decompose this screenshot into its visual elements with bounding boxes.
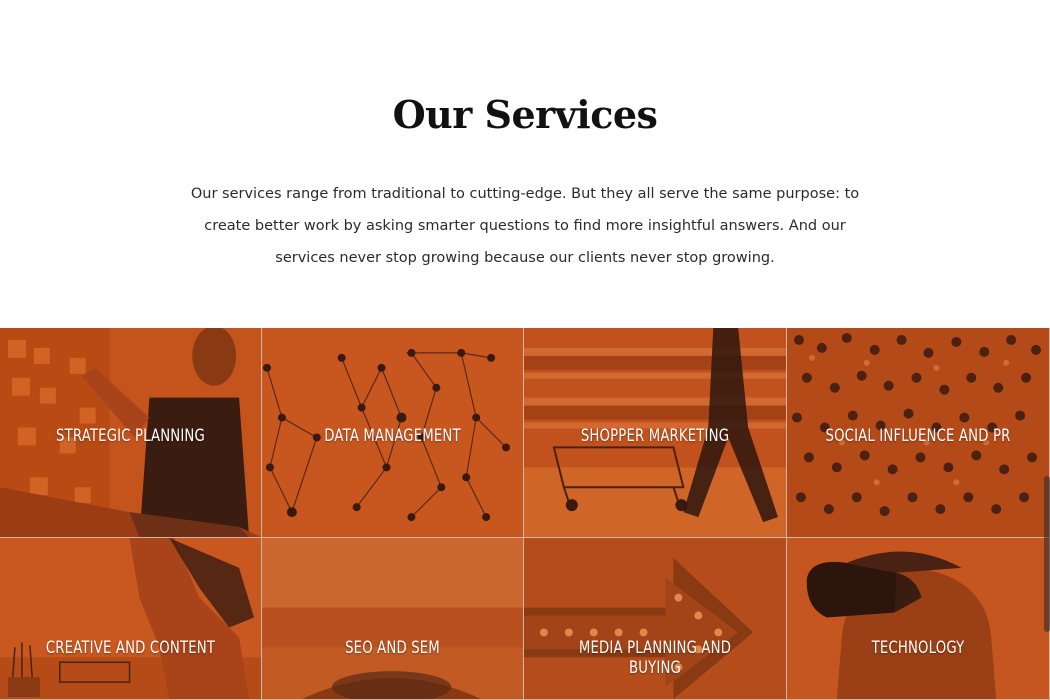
service-label: SOCIAL INFLUENCE AND PR [825, 426, 1011, 446]
service-tile-technology[interactable]: TECHNOLOGY [787, 538, 1050, 700]
section-title: Our Services [392, 92, 658, 137]
service-label: STRATEGIC PLANNING [56, 426, 205, 446]
service-label: CREATIVE AND CONTENT [45, 638, 216, 658]
service-tile-media-planning-buying[interactable]: MEDIA PLANNING AND BUYING [524, 538, 787, 700]
service-tile-data-management[interactable]: DATA MANAGEMENT [262, 328, 524, 538]
service-tile-shopper-marketing[interactable]: SHOPPER MARKETING [524, 328, 787, 538]
service-label: MEDIA PLANNING AND BUYING [578, 638, 732, 678]
seo-sem-image [262, 538, 523, 699]
service-tile-creative-content[interactable]: CREATIVE AND CONTENT [0, 538, 262, 700]
service-tile-strategic-planning[interactable]: STRATEGIC PLANNING [0, 328, 262, 538]
services-grid: STRATEGIC PLANNING DATA MANAGEMENT SHOPP… [0, 328, 1050, 700]
service-label: SHOPPER MARKETING [580, 426, 730, 446]
service-label: SEO AND SEM [345, 638, 440, 658]
section-description: Our services range from traditional to c… [190, 186, 860, 266]
page-scrollbar[interactable] [1044, 476, 1050, 632]
services-intro: Our Services Our services range from tra… [0, 0, 1050, 328]
service-tile-seo-sem[interactable]: SEO AND SEM [262, 538, 524, 700]
service-label: TECHNOLOGY [871, 638, 965, 658]
creative-content-image [0, 538, 261, 699]
service-label: DATA MANAGEMENT [324, 426, 461, 446]
service-tile-social-influence-pr[interactable]: SOCIAL INFLUENCE AND PR [787, 328, 1050, 538]
technology-image [787, 538, 1049, 699]
